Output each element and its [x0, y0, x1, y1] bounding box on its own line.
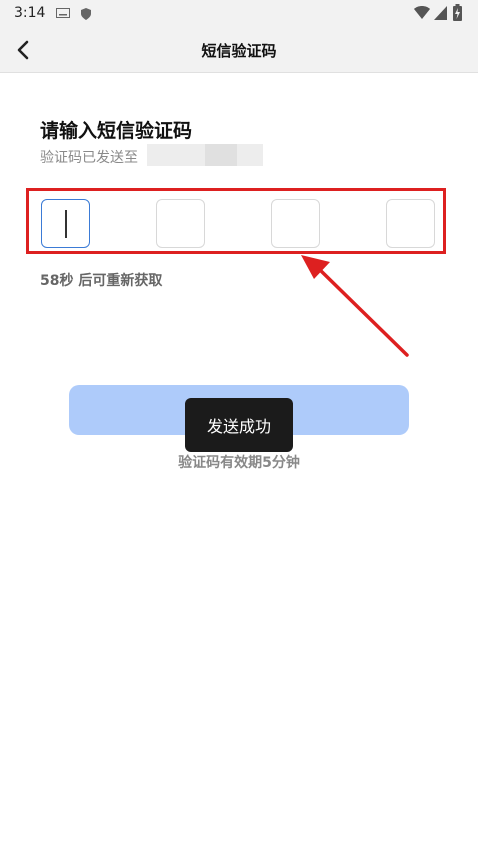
code-validity-note: 验证码有效期5分钟: [178, 455, 300, 471]
toast-message: 发送成功: [185, 398, 293, 452]
resend-countdown: 58秒 后可重新获取: [40, 273, 163, 289]
